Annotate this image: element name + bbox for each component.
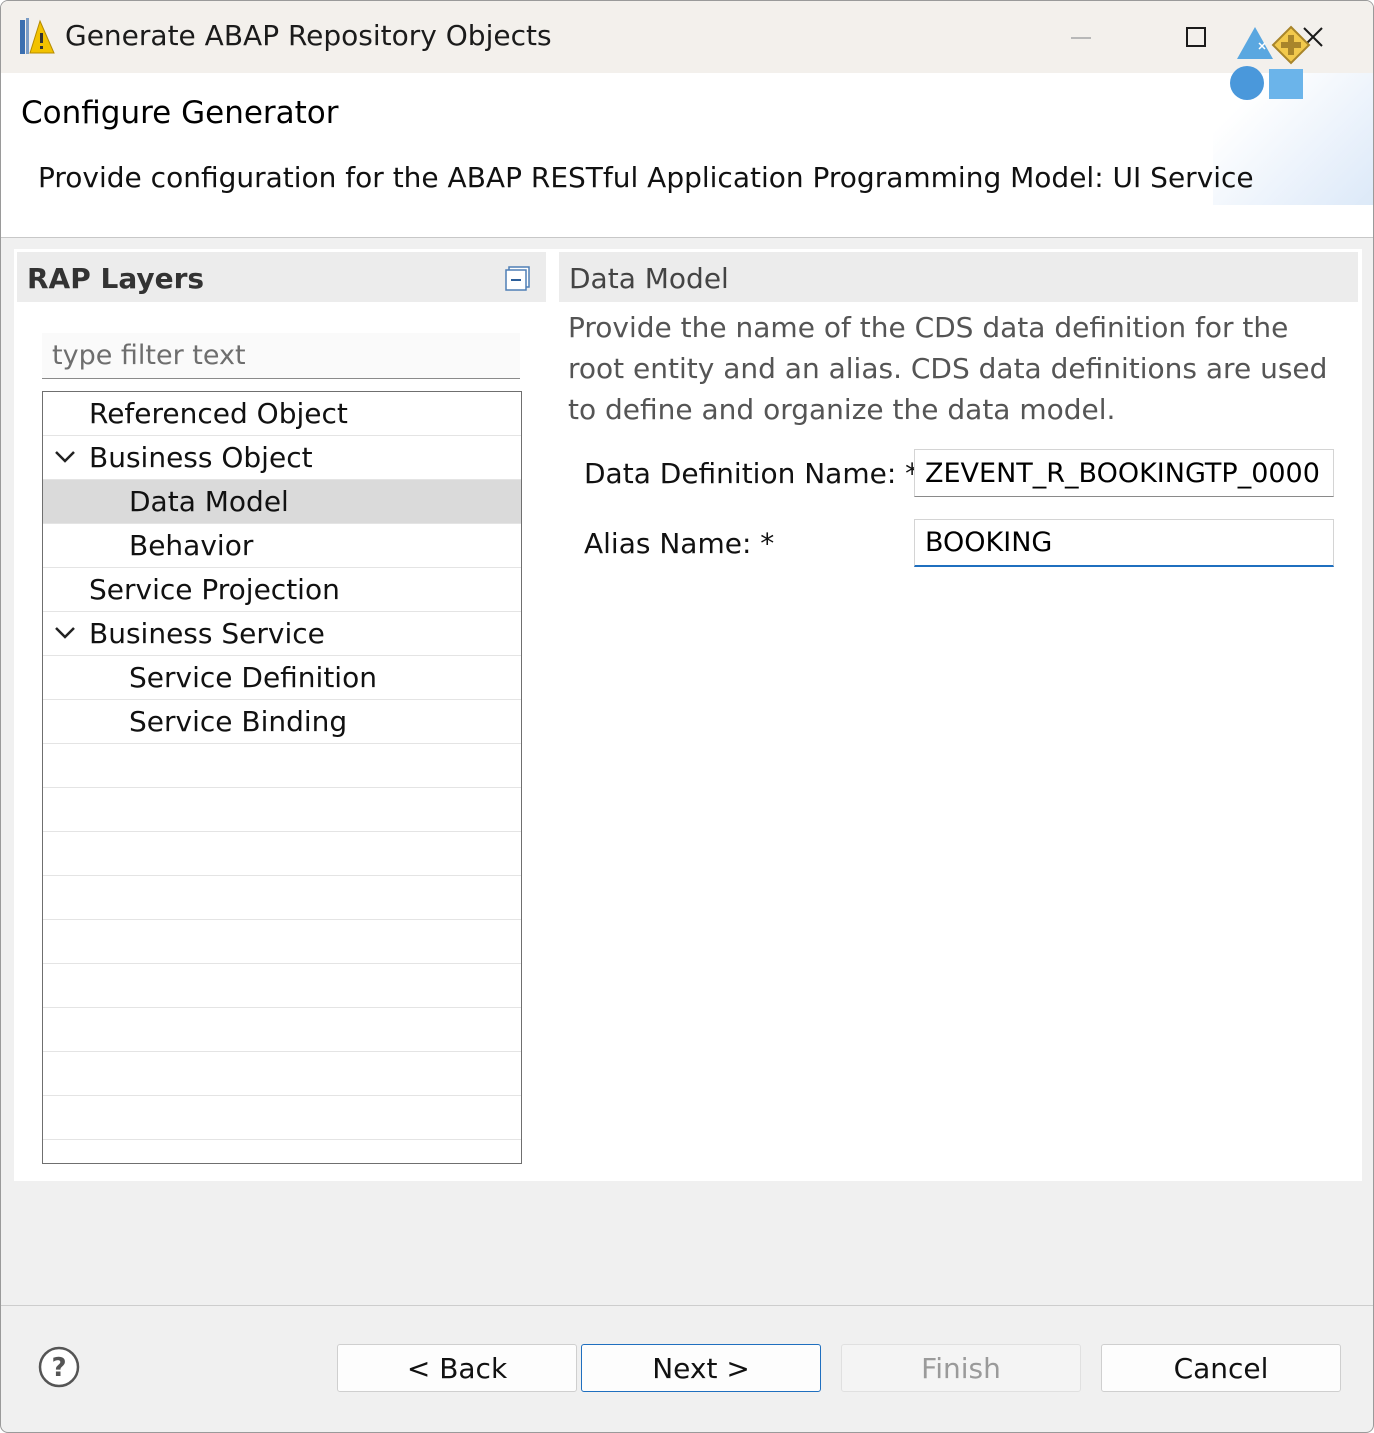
tree-empty-row bbox=[43, 964, 521, 1008]
rap-layers-tree[interactable]: Referenced Object Business Object Data Mod… bbox=[42, 391, 522, 1164]
tree-item-label: Business Object bbox=[89, 441, 313, 474]
page-title: Configure Generator bbox=[21, 95, 339, 131]
title-bar: Generate ABAP Repository Objects bbox=[1, 1, 1373, 73]
tree-item-label: Behavior bbox=[129, 529, 254, 562]
wizard-content: RAP Layers Referenced Object Business Obj… bbox=[14, 249, 1362, 1181]
wizard-banner: Configure Generator Provide configuratio… bbox=[1, 73, 1373, 238]
tree-item-label: Referenced Object bbox=[89, 397, 348, 430]
tree-empty-row bbox=[43, 876, 521, 920]
window-title: Generate ABAP Repository Objects bbox=[65, 19, 552, 52]
tree-empty-row bbox=[43, 920, 521, 964]
tree-item-label: Service Binding bbox=[129, 705, 348, 738]
footer-divider bbox=[1, 1305, 1373, 1306]
wizard-window: Generate ABAP Repository Objects Configu… bbox=[0, 0, 1374, 1433]
section-description: Provide the name of the CDS data definit… bbox=[568, 311, 1328, 426]
rap-layers-title: RAP Layers bbox=[27, 262, 205, 295]
maximize-icon[interactable] bbox=[1166, 13, 1226, 61]
tree-empty-row bbox=[43, 744, 521, 788]
eclipse-app-icon bbox=[20, 18, 55, 54]
collapse-all-icon[interactable] bbox=[505, 264, 533, 292]
tree-item-label: Business Service bbox=[89, 617, 325, 650]
tree-item-business-object[interactable]: Business Object bbox=[43, 436, 521, 480]
filter-input[interactable] bbox=[42, 333, 520, 379]
back-button[interactable]: < Back bbox=[337, 1344, 577, 1392]
tree-empty-row bbox=[43, 788, 521, 832]
tree-empty-row bbox=[43, 1008, 521, 1052]
chevron-down-icon[interactable] bbox=[53, 446, 77, 468]
rap-layers-header: RAP Layers bbox=[17, 252, 546, 302]
tree-item-service-binding[interactable]: Service Binding bbox=[43, 700, 521, 744]
next-button[interactable]: Next > bbox=[581, 1344, 821, 1392]
tree-empty-row bbox=[43, 1096, 521, 1140]
chevron-down-icon[interactable] bbox=[53, 622, 77, 644]
alias-name-label: Alias Name: * bbox=[584, 527, 775, 560]
tree-item-data-model[interactable]: Data Model bbox=[43, 480, 521, 524]
minimize-icon[interactable] bbox=[1051, 13, 1111, 61]
tree-item-label: Service Definition bbox=[129, 661, 377, 694]
tree-item-label: Service Projection bbox=[89, 573, 340, 606]
svg-text:?: ? bbox=[51, 1353, 66, 1383]
tree-item-label: Data Model bbox=[129, 485, 289, 518]
data-definition-label: Data Definition Name: * bbox=[584, 457, 920, 490]
help-icon[interactable]: ? bbox=[37, 1345, 81, 1389]
tree-item-service-projection[interactable]: Service Projection bbox=[43, 568, 521, 612]
tree-item-referenced-object[interactable]: Referenced Object bbox=[43, 392, 521, 436]
tree-item-business-service[interactable]: Business Service bbox=[43, 612, 521, 656]
data-model-header: Data Model bbox=[559, 252, 1358, 302]
cancel-button[interactable]: Cancel bbox=[1101, 1344, 1341, 1392]
tree-empty-row bbox=[43, 1052, 521, 1096]
page-description: Provide configuration for the ABAP RESTf… bbox=[38, 161, 1254, 194]
tree-empty-row bbox=[43, 832, 521, 876]
alias-name-input[interactable] bbox=[914, 519, 1334, 567]
finish-button[interactable]: Finish bbox=[841, 1344, 1081, 1392]
tree-item-service-definition[interactable]: Service Definition bbox=[43, 656, 521, 700]
wizard-shapes-icon bbox=[1230, 25, 1311, 100]
tree-item-behavior[interactable]: Behavior bbox=[43, 524, 521, 568]
section-title: Data Model bbox=[569, 262, 729, 295]
data-definition-input[interactable] bbox=[914, 449, 1334, 497]
